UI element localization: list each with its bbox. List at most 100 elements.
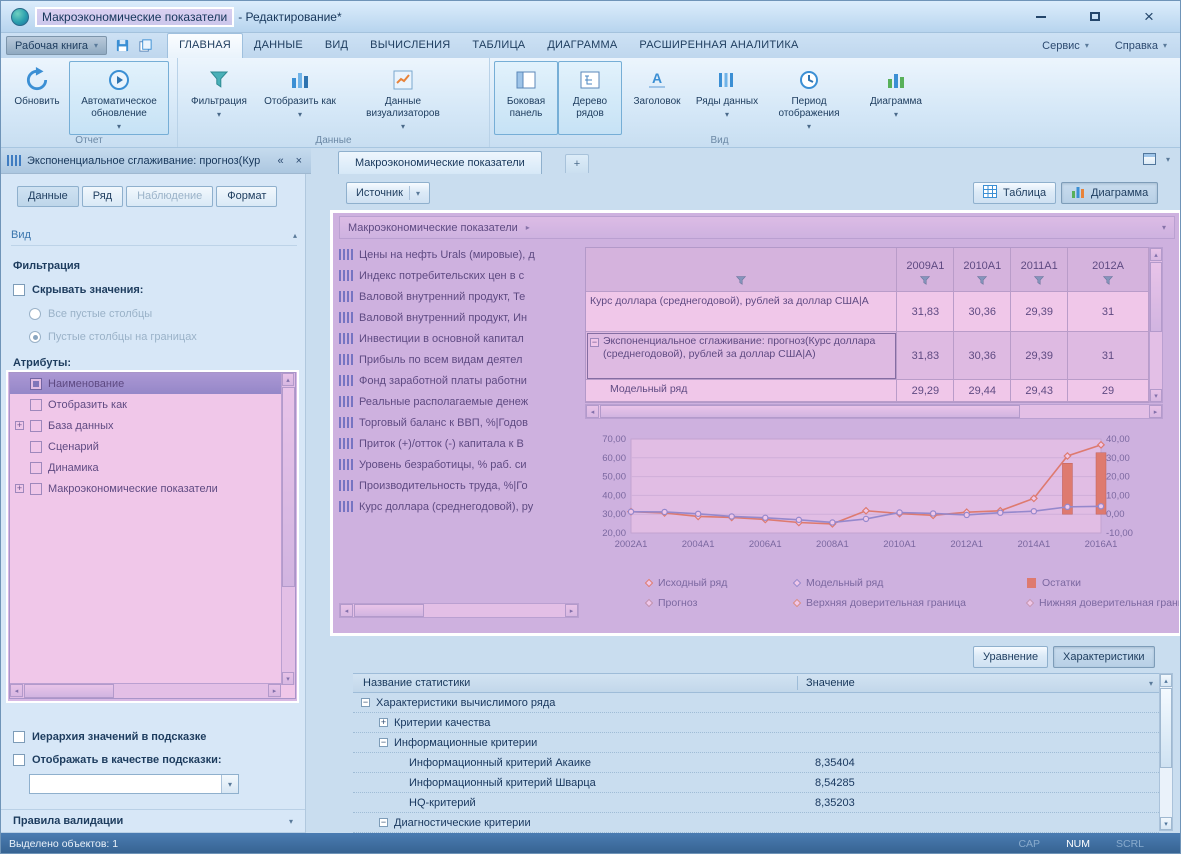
copy-page-button[interactable] <box>137 38 153 54</box>
stats-row[interactable]: Информационный критерий Акаике8,35404 <box>353 753 1159 773</box>
dropdown-arrow-icon[interactable]: ▾ <box>1166 155 1170 164</box>
pivot-column-header[interactable]: 2011A1 <box>1011 248 1068 292</box>
scrollbar-thumb[interactable] <box>282 387 295 587</box>
scrollbar-track[interactable] <box>1160 687 1172 817</box>
dropdown-arrow-icon[interactable]: ▾ <box>1149 679 1159 688</box>
tab-rasshirennaya-analitika[interactable]: РАСШИРЕННАЯ АНАЛИТИКА <box>628 33 809 58</box>
help-menu[interactable]: Справка▾ <box>1102 40 1180 52</box>
visualizer-data-button[interactable]: Данные визуализаторов ▾ <box>344 61 462 135</box>
source-button[interactable]: Источник ▾ <box>346 182 430 204</box>
characteristics-button[interactable]: Характеристики <box>1053 646 1155 668</box>
display-period-button[interactable]: Период отображения ▾ <box>762 61 856 135</box>
series-list-item[interactable]: Валовой внутренний продукт, Ин <box>339 307 579 328</box>
series-list-item[interactable]: Прибыль по всем видам деятел <box>339 349 579 370</box>
display-as-button[interactable]: Отобразить как ▾ <box>256 61 344 135</box>
tree-expander-icon[interactable]: + <box>379 718 388 727</box>
tab-series[interactable]: Ряд <box>82 186 123 207</box>
scroll-right-button[interactable]: ▸ <box>565 604 578 617</box>
value-cell[interactable]: 29,39 <box>1011 332 1068 380</box>
minimize-button[interactable] <box>1026 6 1056 28</box>
stats-row[interactable]: −Диагностические критерии <box>353 813 1159 833</box>
series-list-item[interactable]: Инвестиции в основной капитал <box>339 328 579 349</box>
tab-glavnaya[interactable]: ГЛАВНАЯ <box>167 33 243 58</box>
collapse-panel-button[interactable]: « <box>274 155 286 167</box>
scroll-up-button[interactable]: ▴ <box>1160 674 1172 687</box>
stats-row[interactable]: Информационный критерий Шварца8,54285 <box>353 773 1159 793</box>
layout-icon[interactable] <box>1143 153 1156 165</box>
scrollbar-track[interactable] <box>353 604 565 617</box>
scrollbar-track[interactable] <box>282 386 295 672</box>
hierarchy-tooltip-row[interactable]: Иерархия значений в подсказке <box>13 731 206 743</box>
series-tree-button[interactable]: Дерево рядов <box>558 61 622 135</box>
stats-row[interactable]: +Критерии качества <box>353 713 1159 733</box>
combo-dropdown-button[interactable]: ▾ <box>221 775 238 793</box>
scroll-up-button[interactable]: ▴ <box>282 373 294 386</box>
value-cell[interactable]: 29,43 <box>1011 380 1068 402</box>
value-cell[interactable]: 31 <box>1068 292 1149 332</box>
value-cell[interactable]: 31,83 <box>897 292 954 332</box>
workbook-menu-button[interactable]: Рабочая книга ▾ <box>6 36 107 55</box>
chart-view-button[interactable]: Диаграмма <box>1061 182 1158 204</box>
value-cell[interactable]: 31 <box>1068 332 1149 380</box>
chart-ribbon-button[interactable]: Диаграмма ▾ <box>856 61 936 135</box>
pivot-corner-header[interactable] <box>586 248 897 292</box>
value-cell[interactable]: 29,44 <box>954 380 1011 402</box>
pivot-column-header[interactable]: 2010A1 <box>954 248 1011 292</box>
value-cell[interactable]: 31,83 <box>897 332 954 380</box>
scrollbar-track[interactable] <box>599 405 1149 418</box>
header-title-button[interactable]: A Заголовок <box>622 61 692 135</box>
attribute-checkbox[interactable] <box>30 462 42 474</box>
tree-expander-icon[interactable]: − <box>361 698 370 707</box>
scroll-up-button[interactable]: ▴ <box>1150 248 1162 261</box>
data-series-button[interactable]: Ряды данных ▾ <box>692 61 762 135</box>
scrollbar-thumb[interactable] <box>600 405 1020 418</box>
stats-row[interactable]: −Характеристики вычислимого ряда <box>353 693 1159 713</box>
scroll-left-button[interactable]: ◂ <box>340 604 353 617</box>
scroll-down-button[interactable]: ▾ <box>282 672 294 685</box>
maximize-button[interactable] <box>1080 6 1110 28</box>
scrollbar-thumb[interactable] <box>354 604 424 617</box>
table-vscrollbar[interactable]: ▴ ▾ <box>1149 247 1163 403</box>
hide-values-row[interactable]: Скрывать значения: <box>13 284 143 296</box>
filter-funnel-icon[interactable] <box>1103 276 1113 288</box>
collapse-up-icon[interactable]: ▴ <box>293 231 297 240</box>
validation-rules-header[interactable]: Правила валидации ▾ <box>1 809 305 833</box>
series-list-item[interactable]: Реальные располагаемые денеж <box>339 391 579 412</box>
series-list-item[interactable]: Индекс потребительских цен в с <box>339 265 579 286</box>
tree-expander-icon[interactable]: + <box>15 484 24 493</box>
view-section-header[interactable]: Вид ▴ <box>11 229 297 246</box>
table-view-button[interactable]: Таблица <box>973 182 1056 204</box>
series-list-item[interactable]: Валовой внутренний продукт, Те <box>339 286 579 307</box>
hierarchy-tooltip-checkbox[interactable] <box>13 731 25 743</box>
hide-values-checkbox[interactable] <box>13 284 25 296</box>
filter-button[interactable]: Фильтрация ▾ <box>182 61 256 135</box>
new-tab-button[interactable]: + <box>565 154 589 173</box>
series-list-item[interactable]: Торговый баланс к ВВП, %|Годов <box>339 412 579 433</box>
tree-expander-icon[interactable]: − <box>379 818 388 827</box>
filter-funnel-icon[interactable] <box>1034 276 1044 288</box>
attributes-hscrollbar[interactable]: ◂ ▸ <box>10 683 281 698</box>
scrollbar-track[interactable] <box>23 684 268 698</box>
close-panel-button[interactable]: × <box>293 155 305 167</box>
show-as-tooltip-row[interactable]: Отображать в качестве подсказки: <box>13 754 222 766</box>
value-cell[interactable]: 29,39 <box>1011 292 1068 332</box>
series-list-item[interactable]: Уровень безработицы, % раб. си <box>339 454 579 475</box>
series-list-item[interactable]: Фонд заработной платы работни <box>339 370 579 391</box>
attribute-item[interactable]: Сценарий <box>10 436 295 457</box>
side-panel-button[interactable]: Боковая панель <box>494 61 558 135</box>
series-list-item[interactable]: Курс доллара (среднегодовой), ру <box>339 496 579 517</box>
equation-button[interactable]: Уравнение <box>973 646 1048 668</box>
auto-refresh-button[interactable]: Автоматическое обновление ▾ <box>69 61 169 135</box>
scrollbar-thumb[interactable] <box>24 684 114 698</box>
scrollbar-thumb[interactable] <box>1150 262 1162 332</box>
scrollbar-thumb[interactable] <box>1160 688 1172 768</box>
table-hscrollbar[interactable]: ◂ ▸ <box>585 404 1163 419</box>
value-cell[interactable]: 29,29 <box>897 380 954 402</box>
row-label-cell[interactable]: Модельный ряд <box>586 380 897 402</box>
series-list-hscrollbar[interactable]: ◂ ▸ <box>339 603 579 618</box>
workbook-header[interactable]: Макроэкономические показатели ▸ ▾ <box>339 216 1175 239</box>
save-button[interactable] <box>114 38 130 54</box>
row-label-cell[interactable]: −Экспоненциальное сглаживание: прогноз(К… <box>586 332 897 380</box>
stats-vscrollbar[interactable]: ▴ ▾ <box>1159 673 1173 831</box>
value-cell[interactable]: 30,36 <box>954 332 1011 380</box>
